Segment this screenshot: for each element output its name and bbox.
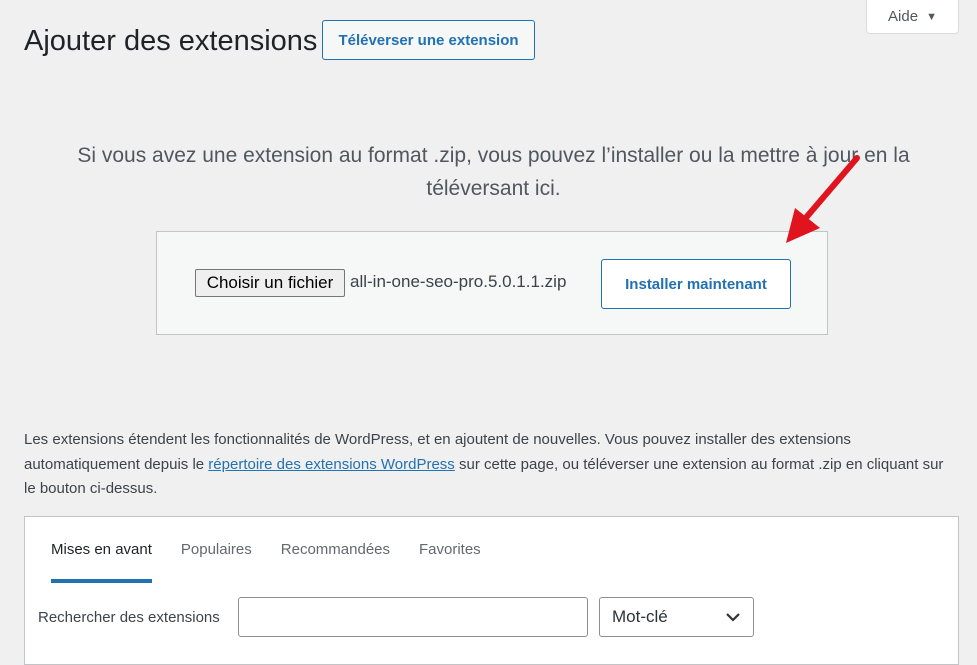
plugins-info-text: Les extensions étendent les fonctionnali… xyxy=(24,428,954,502)
red-arrow-annotation xyxy=(786,155,860,243)
tab-featured[interactable]: Mises en avant xyxy=(51,517,152,583)
tab-recommended[interactable]: Recommandées xyxy=(281,517,390,583)
help-tab-button[interactable]: Aide ▼ xyxy=(866,0,959,34)
upload-form: Choisir un fichier all-in-one-seo-pro.5.… xyxy=(156,231,828,335)
help-tab-label: Aide xyxy=(888,8,919,25)
search-type-value: Mot-clé xyxy=(612,607,668,626)
install-now-button[interactable]: Installer maintenant xyxy=(601,259,791,309)
choose-file-button[interactable]: Choisir un fichier xyxy=(195,269,345,297)
chevron-down-icon xyxy=(726,613,740,622)
plugin-filter-panel: Mises en avant Populaires Recommandées F… xyxy=(24,516,959,665)
search-plugins-input[interactable] xyxy=(238,597,588,637)
selected-file-name: all-in-one-seo-pro.5.0.1.1.zip xyxy=(350,272,567,291)
search-type-select[interactable]: Mot-clé xyxy=(599,597,754,637)
tab-favorites[interactable]: Favorites xyxy=(419,517,481,583)
page-title: Ajouter des extensions xyxy=(24,25,318,57)
plugin-directory-link[interactable]: répertoire des extensions WordPress xyxy=(208,456,455,473)
upload-plugin-button[interactable]: Téléverser une extension xyxy=(322,20,535,60)
caret-down-icon: ▼ xyxy=(926,10,937,23)
search-plugins-label: Rechercher des extensions xyxy=(38,609,220,626)
plugin-filter-tabs: Mises en avant Populaires Recommandées F… xyxy=(51,517,510,583)
tab-popular[interactable]: Populaires xyxy=(181,517,252,583)
